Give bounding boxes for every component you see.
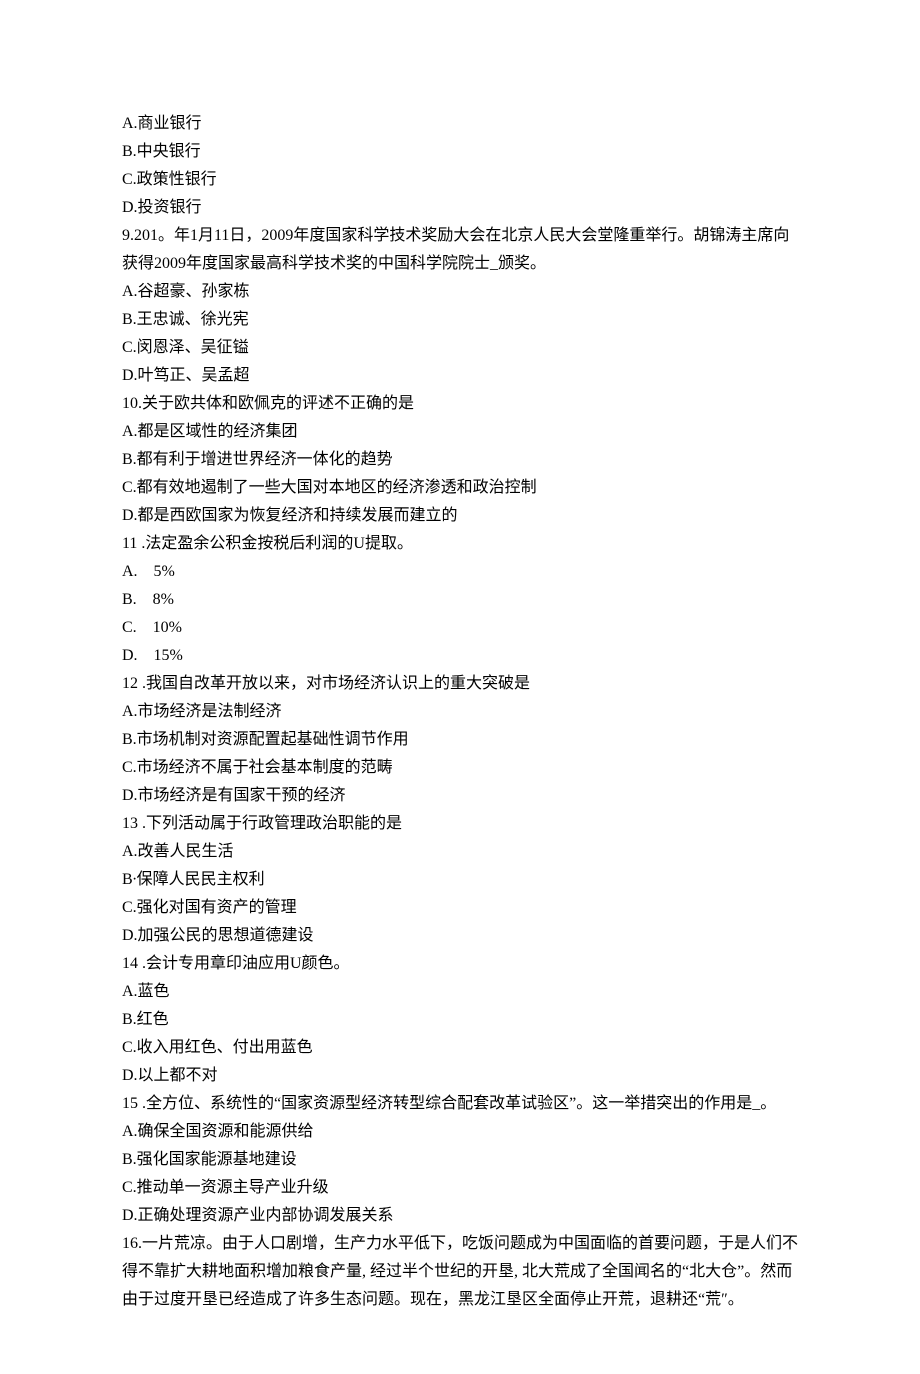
option-line: B.中央银行 bbox=[122, 138, 798, 166]
option-line: B.市场机制对资源配置起基础性调节作用 bbox=[122, 726, 798, 754]
question-line: 14 .会计专用章印油应用U颜色。 bbox=[122, 950, 798, 978]
option-line: A.蓝色 bbox=[122, 978, 798, 1006]
option-line: C.政策性银行 bbox=[122, 166, 798, 194]
option-line: A.市场经济是法制经济 bbox=[122, 698, 798, 726]
option-line: D. 15% bbox=[122, 642, 798, 670]
option-line: C.收入用红色、付出用蓝色 bbox=[122, 1034, 798, 1062]
option-line: D.都是西欧国家为恢复经济和持续发展而建立的 bbox=[122, 502, 798, 530]
option-line: B.王忠诚、徐光宪 bbox=[122, 306, 798, 334]
option-line: D.加强公民的思想道德建设 bbox=[122, 922, 798, 950]
option-line: B.红色 bbox=[122, 1006, 798, 1034]
option-line: C.闵恩泽、吴征镒 bbox=[122, 334, 798, 362]
document-page: A.商业银行 B.中央银行 C.政策性银行 D.投资银行 9.201。年1月11… bbox=[0, 0, 920, 1374]
option-line: C.市场经济不属于社会基本制度的范畴 bbox=[122, 754, 798, 782]
option-line: A.改善人民生活 bbox=[122, 838, 798, 866]
option-line: B∙保障人民民主权利 bbox=[122, 866, 798, 894]
question-line: 16.一片荒凉。由于人口剧增，生产力水平低下，吃饭问题成为中国面临的首要问题，于… bbox=[122, 1230, 798, 1314]
option-line: D.以上都不对 bbox=[122, 1062, 798, 1090]
option-line: D.投资银行 bbox=[122, 194, 798, 222]
option-line: D.市场经济是有国家干预的经济 bbox=[122, 782, 798, 810]
option-line: B. 8% bbox=[122, 586, 798, 614]
question-line: 12 .我国自改革开放以来，对市场经济认识上的重大突破是 bbox=[122, 670, 798, 698]
option-line: B.都有利于增进世界经济一体化的趋势 bbox=[122, 446, 798, 474]
option-line: D.叶笃正、吴孟超 bbox=[122, 362, 798, 390]
option-line: B.强化国家能源基地建设 bbox=[122, 1146, 798, 1174]
option-line: A.都是区域性的经济集团 bbox=[122, 418, 798, 446]
question-line: 11 .法定盈余公积金按税后利润的U提取。 bbox=[122, 530, 798, 558]
option-line: A.确保全国资源和能源供给 bbox=[122, 1118, 798, 1146]
option-line: C. 10% bbox=[122, 614, 798, 642]
question-line: 15 .全方位、系统性的“国家资源型经济转型综合配套改革试验区”。这一举措突出的… bbox=[122, 1090, 798, 1118]
question-line: 9.201。年1月11日，2009年度国家科学技术奖励大会在北京人民大会堂隆重举… bbox=[122, 222, 798, 278]
option-line: A. 5% bbox=[122, 558, 798, 586]
question-line: 10.关于欧共体和欧佩克的评述不正确的是 bbox=[122, 390, 798, 418]
option-line: C.推动单一资源主导产业升级 bbox=[122, 1174, 798, 1202]
option-line: D.正确处理资源产业内部协调发展关系 bbox=[122, 1202, 798, 1230]
option-line: C.都有效地遏制了一些大国对本地区的经济渗透和政治控制 bbox=[122, 474, 798, 502]
question-line: 13 .下列活动属于行政管理政治职能的是 bbox=[122, 810, 798, 838]
option-line: A.商业银行 bbox=[122, 110, 798, 138]
option-line: A.谷超豪、孙家栋 bbox=[122, 278, 798, 306]
option-line: C.强化对国有资产的管理 bbox=[122, 894, 798, 922]
